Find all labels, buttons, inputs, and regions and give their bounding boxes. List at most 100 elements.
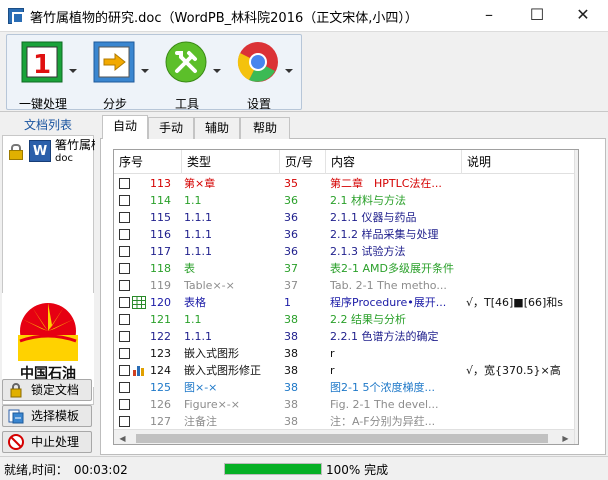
row-checkbox[interactable]	[119, 365, 130, 376]
tab-help[interactable]: 帮助	[240, 117, 290, 139]
row-checkbox[interactable]	[119, 212, 130, 223]
minimize-button[interactable]: –	[466, 0, 512, 31]
cell-page: 36	[284, 228, 298, 241]
window-title: 箸竹属植物的研究.doc（WordPB_林科院2016（正文宋体,小四））	[30, 11, 418, 26]
cell-note	[466, 226, 574, 243]
cell-content: Tab. 2-1 The metho...	[330, 279, 447, 292]
scroll-down-icon[interactable]: ▼	[575, 429, 578, 444]
template-icon	[8, 409, 24, 424]
row-checkbox[interactable]	[119, 178, 130, 189]
horizontal-scrollbar[interactable]: ◀ ▶	[114, 429, 574, 444]
table-row[interactable]: 123 嵌入式图形 38 r	[114, 345, 578, 362]
stop-processing-button[interactable]: 中止处理	[2, 431, 92, 453]
tab-manual[interactable]: 手动	[148, 117, 194, 139]
toolbar-group: 1 一键处理 分步 工具 设置	[6, 34, 302, 111]
cell-type: 嵌入式图形	[184, 347, 239, 360]
cell-page: 38	[284, 347, 298, 360]
cell-type: 注备注	[184, 415, 217, 428]
progress-bar	[224, 463, 322, 475]
vertical-scrollbar[interactable]: ▲ ▼	[574, 150, 579, 444]
cell-note	[466, 328, 574, 345]
row-checkbox[interactable]	[119, 229, 130, 240]
lock-document-button[interactable]: 锁定文档	[2, 379, 92, 401]
vertical-scroll-thumb[interactable]	[578, 350, 579, 368]
chevron-down-icon[interactable]	[213, 69, 221, 73]
lock-icon	[10, 383, 22, 398]
cell-content: 图2-1 5个浓度梯度...	[330, 381, 435, 394]
table-row[interactable]: 125 图×-× 38 图2-1 5个浓度梯度...	[114, 379, 578, 396]
cell-num: 124	[150, 364, 171, 377]
cell-num: 122	[150, 330, 171, 343]
cell-type: 1.1	[184, 313, 202, 326]
table-row[interactable]: 127 注备注 38 注：A-F分别为异荭...	[114, 413, 578, 430]
column-header[interactable]: 序号	[114, 150, 182, 174]
step-button[interactable]: 分步	[85, 39, 155, 111]
table-row[interactable]: 118 表 37 表2-1 AMD多级展开条件	[114, 260, 578, 277]
chevron-down-icon[interactable]	[285, 69, 293, 73]
table-row[interactable]: 114 1.1 36 2.1 材料与方法	[114, 192, 578, 209]
cell-type: Table×-×	[184, 279, 235, 292]
row-checkbox[interactable]	[119, 314, 130, 325]
row-checkbox[interactable]	[119, 416, 130, 427]
cell-page: 38	[284, 381, 298, 394]
table-row[interactable]: 115 1.1.1 36 2.1.1 仪器与药品	[114, 209, 578, 226]
column-header[interactable]: 页/号	[280, 150, 326, 174]
row-checkbox[interactable]	[119, 246, 130, 257]
maximize-button[interactable]: ☐	[514, 0, 560, 31]
table-row[interactable]: 113 第×章 35 第二章 HPTLC法在...	[114, 175, 578, 192]
column-header[interactable]: 类型	[182, 150, 280, 174]
tools-button[interactable]: 工具	[157, 39, 227, 111]
toolbar-label: 设置	[246, 97, 271, 111]
select-template-label: 选择模板	[31, 409, 80, 423]
cell-num: 119	[150, 279, 171, 292]
row-checkbox[interactable]	[119, 331, 130, 342]
row-checkbox[interactable]	[119, 297, 130, 308]
cell-note	[466, 345, 574, 362]
row-checkbox[interactable]	[119, 348, 130, 359]
table-row[interactable]: 121 1.1 38 2.2 结果与分析	[114, 311, 578, 328]
cell-page: 37	[284, 279, 298, 292]
table-row[interactable]: 126 Figure×-× 38 Fig. 2-1 The devel...	[114, 396, 578, 413]
chevron-down-icon[interactable]	[141, 69, 149, 73]
row-checkbox[interactable]	[119, 263, 130, 274]
cell-type: 1.1.1	[184, 330, 212, 343]
row-checkbox[interactable]	[119, 280, 130, 291]
grid-header: 序号 类型 页/号 内容 说明	[114, 150, 578, 174]
cell-content: r	[330, 364, 335, 377]
close-button[interactable]: ✕	[560, 0, 606, 31]
row-checkbox[interactable]	[119, 195, 130, 206]
cell-type: 表	[184, 262, 195, 275]
row-checkbox[interactable]	[119, 382, 130, 393]
cell-note	[466, 175, 574, 192]
lock-icon	[9, 144, 23, 160]
cell-page: 38	[284, 364, 298, 377]
column-header[interactable]: 内容	[326, 150, 462, 174]
cell-num: 125	[150, 381, 171, 394]
table-row[interactable]: 119 Table×-× 37 Tab. 2-1 The metho...	[114, 277, 578, 294]
one-click-process-button[interactable]: 1 一键处理	[13, 39, 83, 111]
table-row[interactable]: 122 1.1.1 38 2.2.1 色谱方法的确定	[114, 328, 578, 345]
chevron-down-icon[interactable]	[69, 69, 77, 73]
select-template-button[interactable]: 选择模板	[2, 405, 92, 427]
cell-note	[466, 260, 574, 277]
cell-type: 嵌入式图形修正	[184, 364, 261, 377]
cell-note	[466, 396, 574, 413]
scroll-left-icon[interactable]: ◀	[114, 430, 131, 444]
column-header[interactable]: 说明	[462, 150, 574, 174]
scroll-right-icon[interactable]: ▶	[557, 430, 574, 444]
doc-name-ext: doc	[55, 153, 73, 164]
table-row[interactable]: 116 1.1.1 36 2.1.2 样品采集与处理	[114, 226, 578, 243]
cell-type: 1.1	[184, 194, 202, 207]
status-bar: 就绪,时间： 00:03:02 100% 完成	[0, 456, 608, 480]
table-row[interactable]: 124 嵌入式图形修正 38 r √，宽{370.5}×高	[114, 362, 578, 379]
settings-button[interactable]: 设置	[229, 39, 299, 111]
scroll-up-icon[interactable]: ▲	[575, 150, 578, 167]
table-row[interactable]: 117 1.1.1 36 2.1.3 试验方法	[114, 243, 578, 260]
tab-assist[interactable]: 辅助	[194, 117, 240, 139]
tab-auto[interactable]: 自动	[102, 115, 148, 140]
cell-page: 36	[284, 245, 298, 258]
horizontal-scroll-thumb[interactable]	[136, 434, 548, 443]
doc-list-item[interactable]: W 箸竹属植 doc	[3, 136, 95, 166]
row-checkbox[interactable]	[119, 399, 130, 410]
table-row[interactable]: 120 表格 1 程序Procedure•展开... √，T[46]■[66]和s	[114, 294, 578, 311]
